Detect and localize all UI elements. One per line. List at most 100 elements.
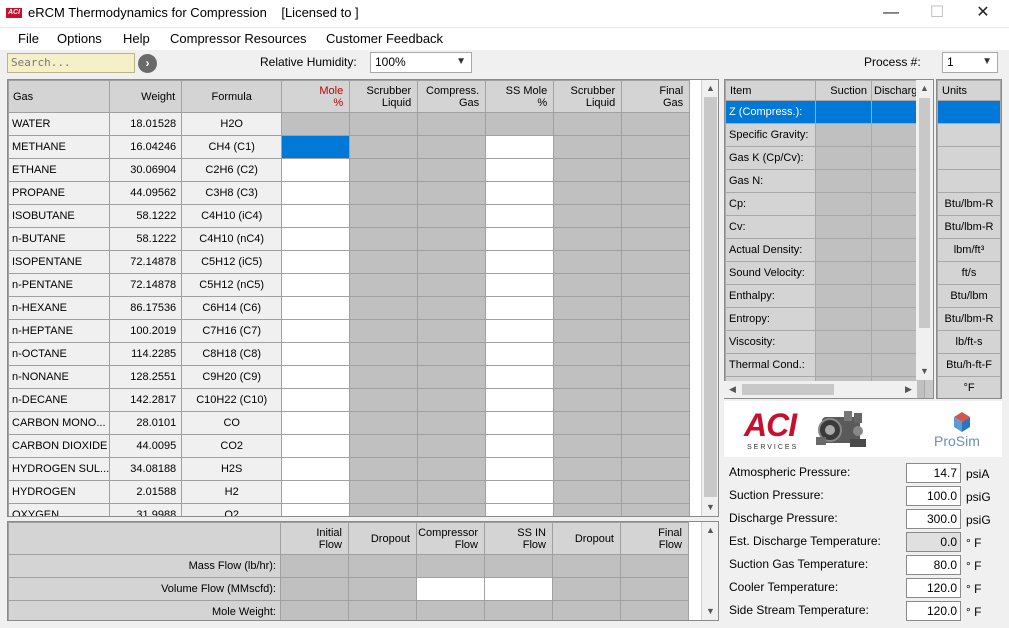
- flow-header-ss-in[interactable]: SS IN Flow: [484, 522, 553, 555]
- table-row[interactable]: n-DECANE 142.2817 C10H22 (C10): [8, 388, 691, 412]
- flow-header-dropout[interactable]: Dropout: [348, 522, 417, 555]
- property-row[interactable]: Entropy:: [725, 307, 925, 331]
- header-units[interactable]: Units: [937, 80, 1001, 101]
- mole-percent-input[interactable]: [281, 411, 351, 435]
- table-row[interactable]: ISOPENTANE 72.14878 C5H12 (iC5): [8, 250, 691, 274]
- scroll-down-icon[interactable]: ▼: [916, 363, 933, 380]
- properties-hscrollbar[interactable]: ◀ ▶: [724, 381, 917, 398]
- maximize-button[interactable]: ☐: [914, 0, 960, 28]
- ss-mole-percent-input[interactable]: [485, 158, 555, 182]
- table-row[interactable]: n-HEXANE 86.17536 C6H14 (C6): [8, 296, 691, 320]
- menu-options[interactable]: Options: [57, 31, 102, 46]
- mole-percent-input[interactable]: [281, 480, 351, 504]
- scroll-up-icon[interactable]: ▲: [702, 522, 719, 539]
- table-row[interactable]: n-OCTANE 114.2285 C8H18 (C8): [8, 342, 691, 366]
- properties-vscrollbar[interactable]: ▲ ▼: [916, 80, 933, 380]
- scroll-thumb[interactable]: [704, 97, 717, 497]
- minimize-button[interactable]: —: [868, 0, 914, 28]
- property-row[interactable]: Viscosity:: [725, 330, 925, 354]
- table-row[interactable]: n-BUTANE 58.1222 C4H10 (nC4): [8, 227, 691, 251]
- table-row[interactable]: WATER 18.01528 H2O: [8, 112, 691, 136]
- table-row[interactable]: ISOBUTANE 58.1222 C4H10 (iC4): [8, 204, 691, 228]
- ss-mole-percent-input[interactable]: [485, 365, 555, 389]
- ss-mole-percent-input[interactable]: [485, 181, 555, 205]
- menu-compressor-resources[interactable]: Compressor Resources: [170, 31, 307, 46]
- table-row[interactable]: METHANE 16.04246 CH4 (C1): [8, 135, 691, 159]
- ss-mole-percent-input[interactable]: [485, 296, 555, 320]
- scroll-up-icon[interactable]: ▲: [702, 80, 719, 97]
- scroll-left-icon[interactable]: ◀: [724, 381, 741, 398]
- header-gas[interactable]: Gas: [8, 80, 111, 113]
- ss-mole-percent-input[interactable]: [485, 457, 555, 481]
- scroll-up-icon[interactable]: ▲: [916, 80, 933, 97]
- ss-mole-percent-input[interactable]: [485, 434, 555, 458]
- mole-percent-input[interactable]: [281, 319, 351, 343]
- header-final-gas[interactable]: Final Gas: [621, 80, 691, 113]
- flow-header-dropout-2[interactable]: Dropout: [552, 522, 621, 555]
- table-row[interactable]: n-NONANE 128.2551 C9H20 (C9): [8, 365, 691, 389]
- mole-percent-input[interactable]: [281, 503, 351, 516]
- flow-grid-vscrollbar[interactable]: ▲ ▼: [701, 522, 718, 620]
- ss-mole-percent-input[interactable]: [485, 227, 555, 251]
- header-compress-gas[interactable]: Compress. Gas: [417, 80, 487, 113]
- menu-customer-feedback[interactable]: Customer Feedback: [326, 31, 443, 46]
- header-mole-percent[interactable]: Mole%: [281, 80, 351, 113]
- ss-mole-percent-input[interactable]: [485, 135, 555, 159]
- header-item[interactable]: Item: [725, 80, 816, 101]
- search-go-icon[interactable]: ›: [138, 54, 157, 73]
- table-row[interactable]: HYDROGEN SUL... 34.08188 H2S: [8, 457, 691, 481]
- mole-percent-input[interactable]: [281, 204, 351, 228]
- property-row[interactable]: Gas K (Cp/Cv):: [725, 146, 925, 170]
- search-input[interactable]: Search...: [7, 53, 135, 73]
- table-row[interactable]: n-HEPTANE 100.2019 C7H16 (C7): [8, 319, 691, 343]
- gas-grid-vscrollbar[interactable]: ▲ ▼: [701, 80, 718, 516]
- process-select[interactable]: 1 ▼: [942, 52, 998, 73]
- mole-percent-input[interactable]: [281, 388, 351, 412]
- ss-in-flow-input[interactable]: [484, 577, 553, 601]
- flow-header-final[interactable]: Final Flow: [620, 522, 689, 555]
- ss-mole-percent-input[interactable]: [485, 273, 555, 297]
- table-row[interactable]: OXYGEN 31.9988 O2: [8, 503, 691, 516]
- property-row[interactable]: Sound Velocity:: [725, 261, 925, 285]
- flow-header-compressor[interactable]: Compressor Flow: [416, 522, 485, 555]
- scroll-down-icon[interactable]: ▼: [702, 499, 719, 516]
- property-row[interactable]: Enthalpy:: [725, 284, 925, 308]
- ss-mole-percent-input[interactable]: [485, 503, 555, 516]
- ss-mole-percent-input[interactable]: [485, 250, 555, 274]
- header-suction[interactable]: Suction: [815, 80, 872, 101]
- property-row[interactable]: Cv:: [725, 215, 925, 239]
- header-formula[interactable]: Formula: [181, 80, 283, 113]
- parameter-input[interactable]: 100.0: [906, 486, 961, 506]
- ss-mole-percent-input[interactable]: [485, 480, 555, 504]
- scroll-right-icon[interactable]: ▶: [900, 381, 917, 398]
- header-scrubber-liquid[interactable]: Scrubber Liquid: [349, 80, 419, 113]
- mole-percent-input[interactable]: [281, 158, 351, 182]
- mole-percent-input[interactable]: [281, 365, 351, 389]
- parameter-input[interactable]: 120.0: [906, 578, 961, 598]
- table-row[interactable]: HYDROGEN 2.01588 H2: [8, 480, 691, 504]
- parameter-input[interactable]: 300.0: [906, 509, 961, 529]
- property-row[interactable]: Actual Density:: [725, 238, 925, 262]
- header-weight[interactable]: Weight: [109, 80, 183, 113]
- ss-mole-percent-input[interactable]: [485, 319, 555, 343]
- ss-mole-percent-input[interactable]: [485, 204, 555, 228]
- table-row[interactable]: CARBON DIOXIDE 44.0095 CO2: [8, 434, 691, 458]
- compressor-flow-input[interactable]: [416, 577, 485, 601]
- mole-percent-input[interactable]: [281, 296, 351, 320]
- property-row[interactable]: Z (Compress.):: [725, 100, 925, 124]
- header-scrubber-liquid-2[interactable]: Scrubber Liquid: [553, 80, 623, 113]
- header-ss-mole[interactable]: SS Mole%: [485, 80, 555, 113]
- property-row[interactable]: Gas N:: [725, 169, 925, 193]
- mole-percent-input[interactable]: [281, 135, 351, 159]
- flow-header-initial[interactable]: Initial Flow: [280, 522, 349, 555]
- ss-mole-percent-input[interactable]: [485, 411, 555, 435]
- scroll-down-icon[interactable]: ▼: [702, 603, 719, 620]
- ss-mole-percent-input[interactable]: [485, 388, 555, 412]
- ss-mole-percent-input[interactable]: [485, 342, 555, 366]
- table-row[interactable]: ETHANE 30.06904 C2H6 (C2): [8, 158, 691, 182]
- close-button[interactable]: ✕: [960, 0, 1006, 28]
- scroll-thumb[interactable]: [742, 384, 834, 395]
- parameter-input[interactable]: 80.0: [906, 555, 961, 575]
- mole-percent-input[interactable]: [281, 434, 351, 458]
- mole-percent-input[interactable]: [281, 342, 351, 366]
